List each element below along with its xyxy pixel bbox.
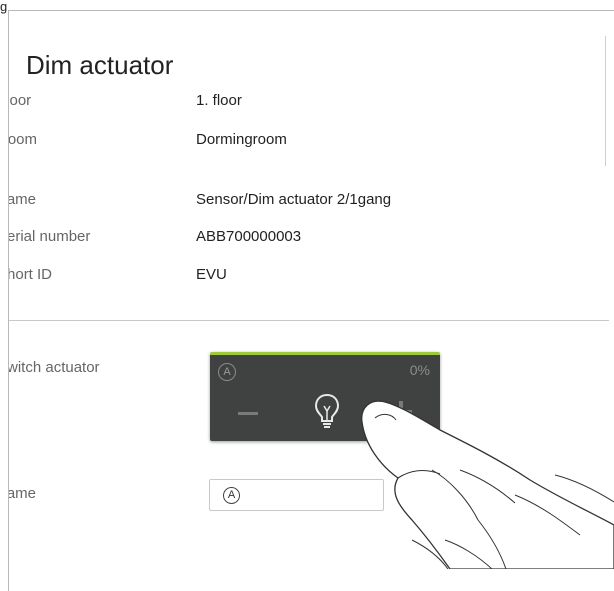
dimmer-tile[interactable]: A 0%: [210, 352, 440, 441]
name-field-label: Name: [9, 485, 37, 502]
name-input[interactable]: A: [209, 479, 384, 511]
floor-value: 1. floor: [196, 92, 242, 109]
auto-mode-icon[interactable]: A: [218, 363, 236, 381]
short-id-value: EVU: [196, 266, 227, 283]
plus-icon[interactable]: [390, 401, 412, 423]
figure-caption: g: [0, 0, 8, 14]
bulb-icon[interactable]: [314, 393, 340, 429]
short-id-label: Short ID: [9, 266, 53, 283]
floor-label: Floor: [9, 92, 32, 109]
room-value: Dormingroom: [196, 131, 287, 148]
room-label: Room: [9, 131, 38, 148]
name-value: Sensor/Dim actuator 2/1gang: [196, 191, 392, 208]
name-label: Name: [9, 191, 37, 208]
serial-number-value: ABB700000003: [196, 228, 302, 245]
serial-number-label: Serial number: [9, 228, 91, 245]
section-divider: [9, 320, 609, 321]
auto-mode-icon: A: [223, 487, 240, 504]
switch-actuator-label: Switch actuator: [9, 359, 100, 376]
minus-icon[interactable]: [238, 412, 258, 415]
brightness-percent: 0%: [409, 362, 430, 378]
